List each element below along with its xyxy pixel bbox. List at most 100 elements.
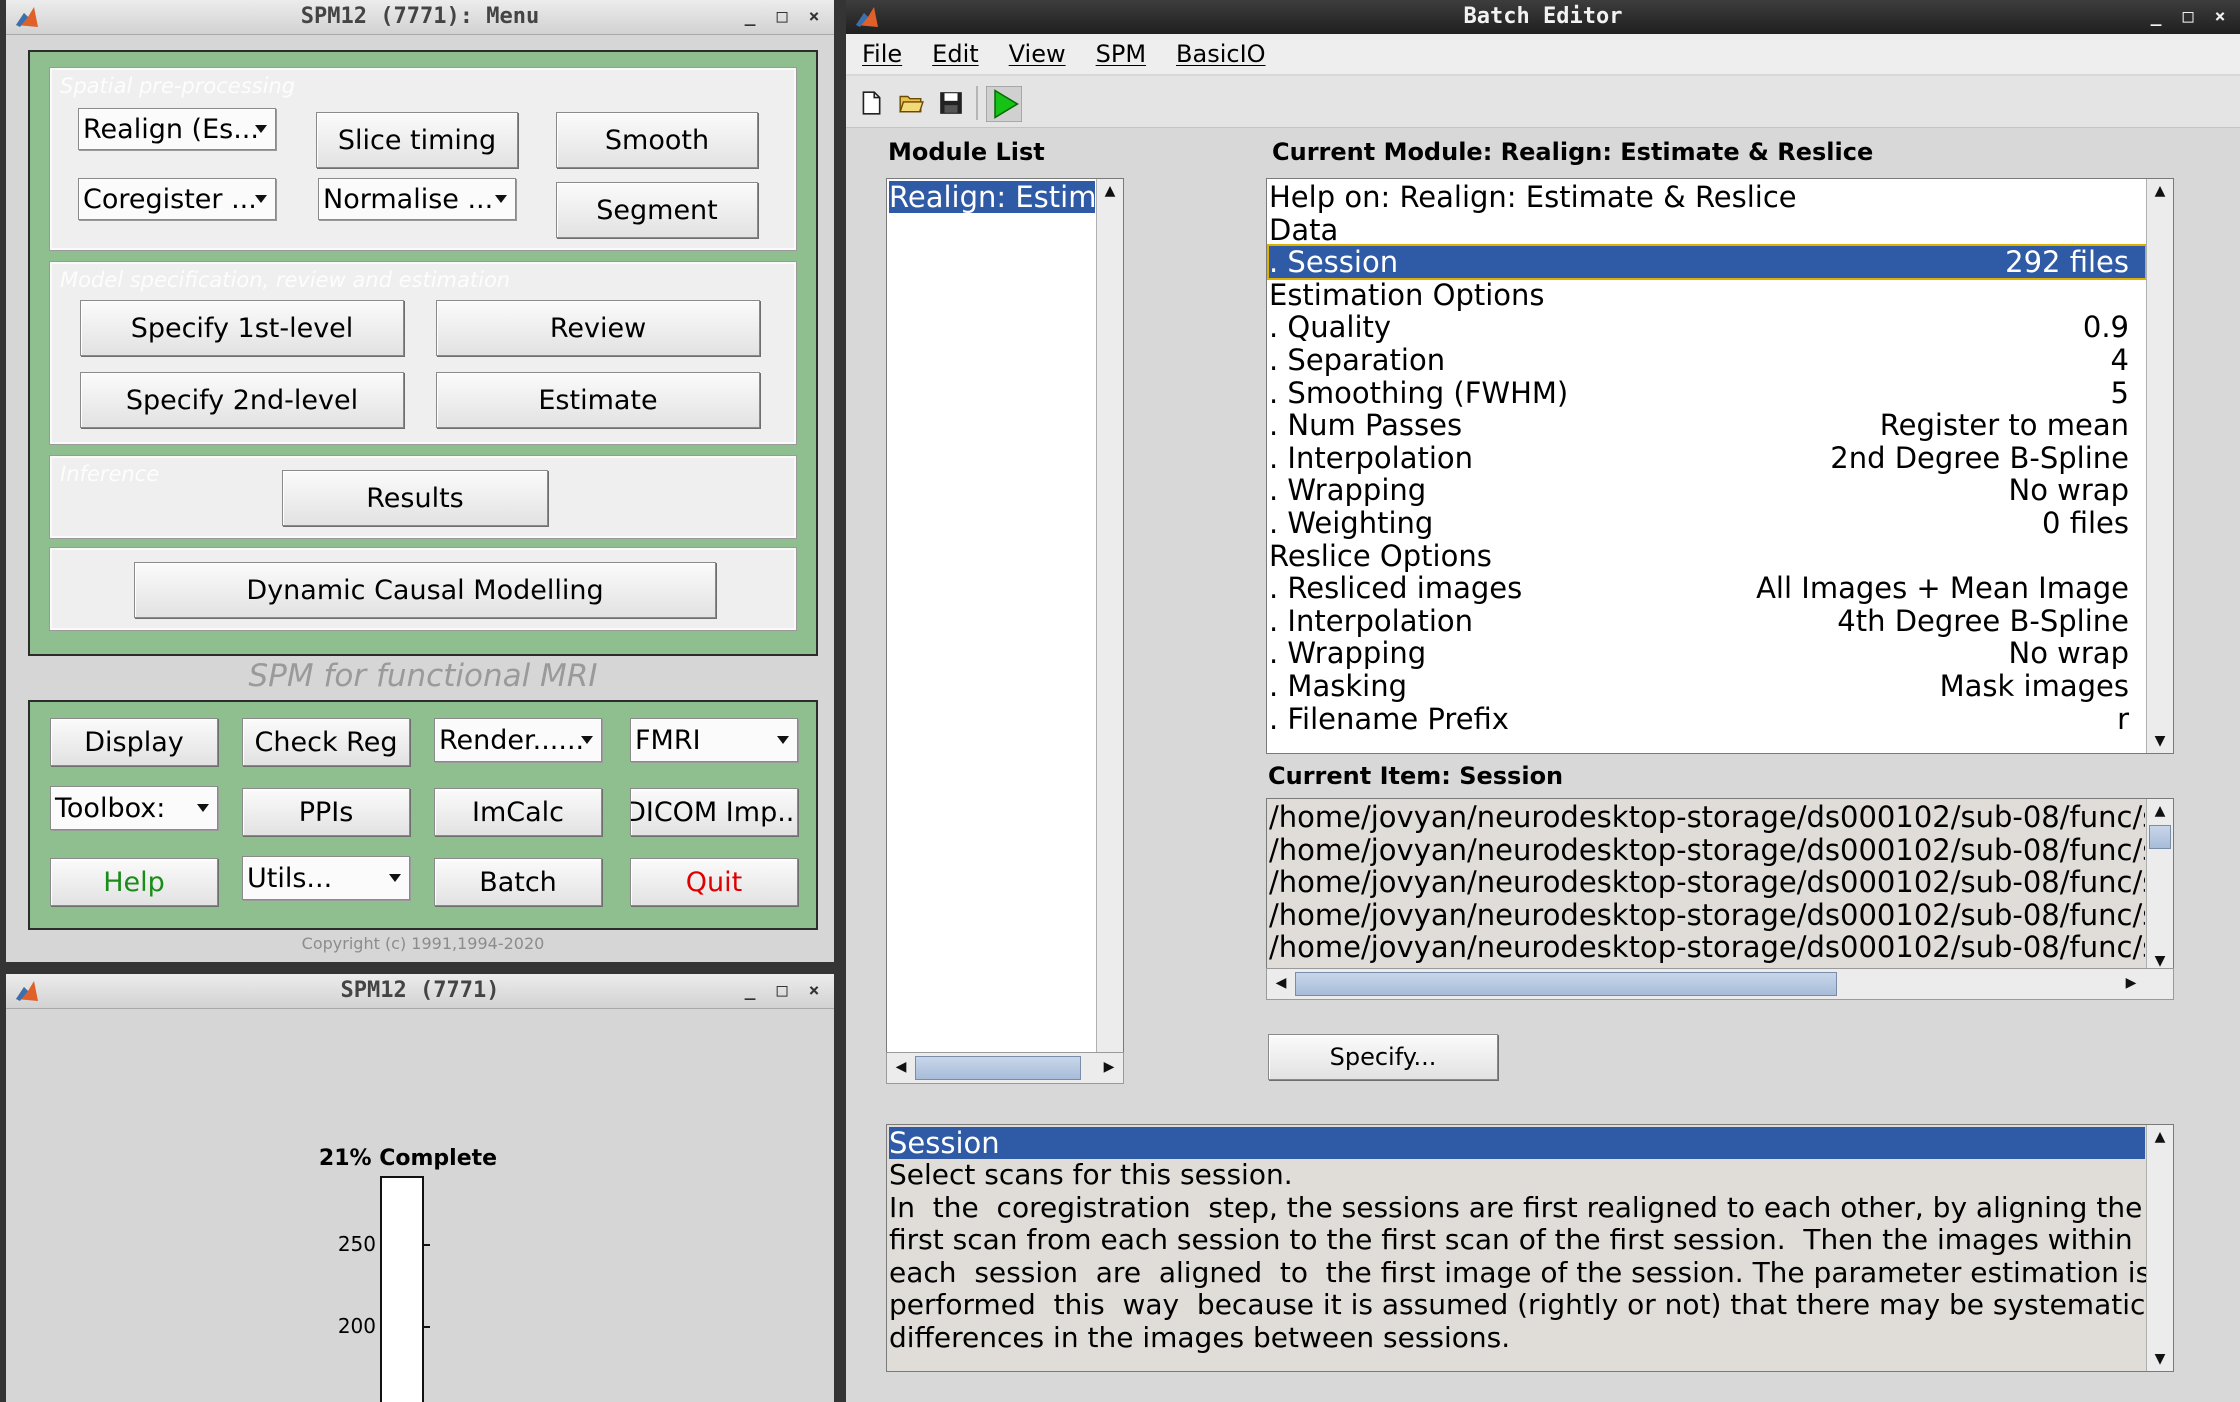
current-item-hscroll[interactable]: ◀ ▶ <box>1266 968 2174 1000</box>
ppis-button[interactable]: PPIs <box>242 788 410 836</box>
minimize-icon[interactable]: _ <box>740 974 760 1008</box>
menu-edit[interactable]: Edit <box>932 40 978 68</box>
estimate-button[interactable]: Estimate <box>436 372 760 428</box>
item-file-row[interactable]: /home/jovyan/neurodesktop-storage/ds0001… <box>1269 866 2145 898</box>
modality-dropdown[interactable]: FMRI <box>630 718 798 762</box>
module-list[interactable]: Realign: Estimate & Reslice ▲ ▼ <box>886 178 1124 1084</box>
progress-window-title: SPM12 (7771) <box>340 978 500 1003</box>
menu-basicio[interactable]: BasicIO <box>1176 40 1266 68</box>
dynamic-causal-modelling-button[interactable]: Dynamic Causal Modelling <box>134 562 716 618</box>
maximize-icon[interactable]: □ <box>772 0 792 34</box>
module-list-hscroll[interactable]: ◀ ▶ <box>886 1052 1124 1084</box>
item-file-row[interactable]: /home/jovyan/neurodesktop-storage/ds0001… <box>1269 834 2145 866</box>
scroll-down-icon[interactable]: ▼ <box>2148 1347 2172 1371</box>
review-button[interactable]: Review <box>436 300 760 356</box>
segment-button[interactable]: Segment <box>556 182 758 238</box>
scroll-right-icon[interactable]: ▶ <box>2119 971 2143 995</box>
help-vscroll[interactable]: ▲ ▼ <box>2146 1125 2173 1371</box>
module-row[interactable]: Reslice Options <box>1269 540 2145 572</box>
module-row[interactable]: . Session 292 files <box>1267 244 2147 281</box>
scroll-left-icon[interactable]: ◀ <box>889 1055 913 1079</box>
module-row[interactable]: Estimation Options <box>1269 279 2145 311</box>
batch-editor-titlebar[interactable]: Batch Editor _ □ × <box>846 0 2240 35</box>
module-row-label: . Quality <box>1269 310 1392 345</box>
help-text-box[interactable]: Session Select scans for this session. In… <box>886 1124 2174 1372</box>
module-row[interactable]: . Separation 4 <box>1269 344 2145 376</box>
smooth-button[interactable]: Smooth <box>556 112 758 168</box>
scroll-thumb[interactable] <box>2149 825 2171 849</box>
toolbox-dropdown[interactable]: Toolbox: <box>50 786 218 830</box>
specify-button[interactable]: Specify... <box>1268 1034 1498 1080</box>
module-row[interactable]: . Masking Mask images <box>1269 670 2145 702</box>
new-file-icon[interactable] <box>858 90 884 116</box>
module-row[interactable]: . Interpolation 2nd Degree B-Spline <box>1269 442 2145 474</box>
current-module-list[interactable]: Help on: Realign: Estimate & Reslice Data… <box>1266 178 2174 754</box>
current-module-vscroll[interactable]: ▲ ▼ <box>2146 179 2173 753</box>
module-row-label: . Interpolation <box>1269 603 1474 638</box>
current-item-vscroll[interactable]: ▲ ▼ <box>2146 799 2173 973</box>
imcalc-button[interactable]: ImCalc <box>434 788 602 836</box>
current-item-list[interactable]: /home/jovyan/neurodesktop-storage/ds0001… <box>1266 798 2174 974</box>
spm-menu-titlebar[interactable]: SPM12 (7771): Menu _ □ × <box>6 0 834 35</box>
module-row-label: . Session <box>1269 245 1399 280</box>
module-row[interactable]: . Interpolation 4th Degree B-Spline <box>1269 605 2145 637</box>
item-file-row[interactable]: /home/jovyan/neurodesktop-storage/ds0001… <box>1269 931 2145 963</box>
open-folder-icon[interactable] <box>896 90 926 116</box>
specify-2nd-level-button[interactable]: Specify 2nd-level <box>80 372 404 428</box>
close-icon[interactable]: × <box>804 0 824 34</box>
batch-button[interactable]: Batch <box>434 858 602 906</box>
module-list-item[interactable]: Realign: Estimate & Reslice <box>889 181 1123 213</box>
scroll-down-icon[interactable]: ▼ <box>2148 729 2172 753</box>
run-icon[interactable] <box>986 86 1022 122</box>
specify-1st-level-button[interactable]: Specify 1st-level <box>80 300 404 356</box>
module-row[interactable]: Data <box>1269 214 2145 246</box>
scroll-thumb[interactable] <box>915 1056 1081 1080</box>
module-row[interactable]: . Wrapping No wrap <box>1269 637 2145 669</box>
module-row[interactable]: . Filename Prefix r <box>1269 703 2145 735</box>
normalise-dropdown[interactable]: Normalise ... <box>318 178 516 220</box>
batch-editor-title: Batch Editor <box>1463 4 1623 29</box>
menu-view[interactable]: View <box>1009 40 1066 68</box>
help-button[interactable]: Help <box>50 858 218 906</box>
scroll-up-icon[interactable]: ▲ <box>2148 179 2172 203</box>
dicom-import-button[interactable]: DICOM Imp... <box>630 788 798 836</box>
module-row[interactable]: . Quality 0.9 <box>1269 311 2145 343</box>
scroll-thumb[interactable] <box>1295 972 1837 996</box>
close-icon[interactable]: × <box>2210 0 2230 34</box>
module-row[interactable]: . Resliced images All Images + Mean Image <box>1269 572 2145 604</box>
module-row[interactable]: . Weighting 0 files <box>1269 507 2145 539</box>
render-dropdown[interactable]: Render...... <box>434 718 602 762</box>
menu-spm[interactable]: SPM <box>1096 40 1146 68</box>
scroll-right-icon[interactable]: ▶ <box>1097 1055 1121 1079</box>
results-button[interactable]: Results <box>282 470 548 526</box>
module-list-vscroll[interactable]: ▲ ▼ <box>1096 179 1123 1083</box>
maximize-icon[interactable]: □ <box>2178 0 2198 34</box>
module-row[interactable]: . Wrapping No wrap <box>1269 474 2145 506</box>
minimize-icon[interactable]: _ <box>2146 0 2166 34</box>
module-row[interactable]: . Num Passes Register to mean <box>1269 409 2145 441</box>
menu-file[interactable]: File <box>862 40 902 68</box>
check-reg-button[interactable]: Check Reg <box>242 718 410 766</box>
display-button[interactable]: Display <box>50 718 218 766</box>
coregister-dropdown[interactable]: Coregister ... <box>78 178 276 220</box>
utils-dropdown-value: Utils... <box>247 862 333 894</box>
item-file-row[interactable]: /home/jovyan/neurodesktop-storage/ds0001… <box>1269 899 2145 931</box>
realign-dropdown[interactable]: Realign (Es... <box>78 108 276 150</box>
quit-button[interactable]: Quit <box>630 858 798 906</box>
utils-dropdown[interactable]: Utils... <box>242 856 410 900</box>
progress-titlebar[interactable]: SPM12 (7771) _ □ × <box>6 974 834 1009</box>
item-file-row[interactable]: /home/jovyan/neurodesktop-storage/ds0001… <box>1269 801 2145 833</box>
module-row[interactable]: . Smoothing (FWHM) 5 <box>1269 377 2145 409</box>
realign-dropdown-value: Realign (Es... <box>83 113 259 145</box>
scroll-up-icon[interactable]: ▲ <box>1098 179 1122 203</box>
module-row[interactable]: Help on: Realign: Estimate & Reslice <box>1269 181 2145 213</box>
module-row-value: r <box>2117 701 2129 736</box>
maximize-icon[interactable]: □ <box>772 974 792 1008</box>
save-icon[interactable] <box>938 90 964 116</box>
scroll-left-icon[interactable]: ◀ <box>1269 971 1293 995</box>
close-icon[interactable]: × <box>804 974 824 1008</box>
scroll-up-icon[interactable]: ▲ <box>2148 1125 2172 1149</box>
scroll-up-icon[interactable]: ▲ <box>2148 799 2172 823</box>
slice-timing-button[interactable]: Slice timing <box>316 112 518 168</box>
minimize-icon[interactable]: _ <box>740 0 760 34</box>
